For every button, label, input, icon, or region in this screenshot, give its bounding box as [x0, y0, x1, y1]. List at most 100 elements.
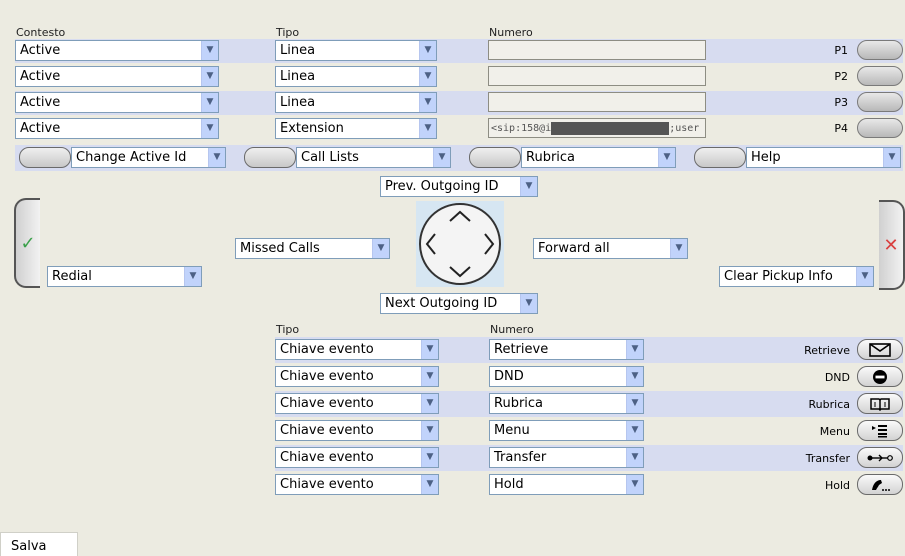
function-key-label: Transfer	[805, 452, 850, 465]
accept-select[interactable]: Redial ▼	[47, 266, 202, 287]
nav-right-select[interactable]: Forward all ▼	[533, 238, 688, 259]
envelope-icon	[869, 342, 891, 357]
tipo-select[interactable]: Chiave evento ▼	[275, 447, 439, 468]
numero-select[interactable]: Transfer ▼	[489, 447, 644, 468]
softkey-select[interactable]: Rubrica ▼	[521, 147, 676, 168]
numero-select[interactable]: Hold ▼	[489, 474, 644, 495]
function-key-button[interactable]	[857, 393, 903, 414]
redacted-block	[551, 121, 670, 135]
chevron-down-icon: ▼	[201, 41, 218, 60]
transfer-icon	[867, 454, 893, 461]
numero-select[interactable]: Rubrica ▼	[489, 393, 644, 414]
chevron-down-icon: ▼	[421, 394, 438, 413]
line-key-button[interactable]	[857, 40, 903, 60]
tipo-select[interactable]: Linea ▼	[275, 66, 437, 87]
chevron-down-icon: ▼	[433, 148, 450, 167]
tipo-select[interactable]: Chiave evento ▼	[275, 393, 439, 414]
x-icon: ✕	[883, 234, 899, 256]
chevron-down-icon: ▼	[184, 267, 201, 286]
tipo-select[interactable]: Chiave evento ▼	[275, 339, 439, 360]
function-key-button[interactable]	[857, 366, 903, 387]
navigation-pad-icon[interactable]	[416, 201, 504, 287]
contesto-select[interactable]: Active ▼	[15, 118, 219, 139]
chevron-down-icon: ▼	[856, 267, 873, 286]
softkey-button[interactable]	[244, 147, 296, 168]
line-key-button[interactable]	[857, 118, 903, 138]
line-key-label: P2	[834, 70, 848, 83]
function-key-button[interactable]	[857, 474, 903, 495]
tipo-select[interactable]: Chiave evento ▼	[275, 474, 439, 495]
chevron-down-icon: ▼	[208, 148, 225, 167]
cancel-key[interactable]: ✕	[879, 200, 905, 290]
numero-select[interactable]: Menu ▼	[489, 420, 644, 441]
softkey-select[interactable]: Call Lists ▼	[296, 147, 451, 168]
nav-left-select[interactable]: Missed Calls ▼	[235, 238, 390, 259]
chevron-down-icon: ▼	[626, 421, 643, 440]
numero-field[interactable]: <sip:158@i ;user	[488, 118, 706, 138]
chevron-down-icon: ▼	[421, 475, 438, 494]
function-key-button[interactable]	[857, 339, 903, 360]
chevron-down-icon: ▼	[626, 394, 643, 413]
softkey-button[interactable]	[469, 147, 521, 168]
contesto-select[interactable]: Active ▼	[15, 66, 219, 87]
save-button[interactable]: Salva	[0, 532, 78, 556]
nav-down-select[interactable]: Next Outgoing ID ▼	[380, 293, 538, 314]
tipo-select[interactable]: Extension ▼	[275, 118, 437, 139]
header-tipo: Tipo	[276, 26, 300, 39]
chevron-down-icon: ▼	[626, 448, 643, 467]
tipo-select[interactable]: Chiave evento ▼	[275, 420, 439, 441]
header-tipo: Tipo	[276, 323, 300, 336]
softkey-button[interactable]	[19, 147, 71, 168]
no-entry-icon	[873, 369, 887, 384]
chevron-down-icon: ▼	[626, 340, 643, 359]
accept-key[interactable]: ✓	[14, 198, 40, 288]
contesto-select[interactable]: Active ▼	[15, 92, 219, 113]
softkey-button[interactable]	[694, 147, 746, 168]
line-key-button[interactable]	[857, 66, 903, 86]
line-key-label: P3	[834, 96, 848, 109]
tipo-select[interactable]: Linea ▼	[275, 40, 437, 61]
function-key-label: Retrieve	[804, 344, 850, 357]
numero-field[interactable]	[488, 92, 706, 112]
function-key-label: Menu	[819, 425, 850, 438]
chevron-down-icon: ▼	[421, 448, 438, 467]
numero-field[interactable]	[488, 66, 706, 86]
cancel-select[interactable]: Clear Pickup Info ▼	[719, 266, 874, 287]
chevron-down-icon: ▼	[421, 421, 438, 440]
function-key-label: DND	[824, 371, 850, 384]
menu-icon	[872, 424, 887, 437]
softkey-select[interactable]: Help ▼	[746, 147, 901, 168]
numero-select[interactable]: DND ▼	[489, 366, 644, 387]
chevron-down-icon: ▼	[419, 119, 436, 138]
header-numero: Numero	[489, 26, 533, 39]
softkey-select[interactable]: Change Active Id ▼	[71, 147, 226, 168]
chevron-down-icon: ▼	[419, 67, 436, 86]
contesto-select[interactable]: Active ▼	[15, 40, 219, 61]
line-key-label: P4	[834, 122, 848, 135]
numero-select[interactable]: Retrieve ▼	[489, 339, 644, 360]
chevron-down-icon: ▼	[520, 294, 537, 313]
tipo-select[interactable]: Chiave evento ▼	[275, 366, 439, 387]
chevron-down-icon: ▼	[658, 148, 675, 167]
header-numero: Numero	[490, 323, 534, 336]
chevron-down-icon: ▼	[372, 239, 389, 258]
chevron-down-icon: ▼	[201, 93, 218, 112]
line-key-label: P1	[834, 44, 848, 57]
book-icon	[870, 397, 890, 411]
hold-handset-icon	[872, 479, 890, 491]
chevron-down-icon: ▼	[419, 41, 436, 60]
chevron-down-icon: ▼	[421, 340, 438, 359]
function-key-label: Rubrica	[808, 398, 850, 411]
numero-field[interactable]	[488, 40, 706, 60]
function-key-button[interactable]	[857, 420, 903, 441]
nav-up-select[interactable]: Prev. Outgoing ID ▼	[380, 176, 538, 197]
function-key-button[interactable]	[857, 447, 903, 468]
check-icon: ✓	[20, 232, 36, 254]
chevron-down-icon: ▼	[421, 367, 438, 386]
tipo-select[interactable]: Linea ▼	[275, 92, 437, 113]
line-key-button[interactable]	[857, 92, 903, 112]
chevron-down-icon: ▼	[520, 177, 537, 196]
function-key-label: Hold	[824, 479, 850, 492]
chevron-down-icon: ▼	[626, 475, 643, 494]
chevron-down-icon: ▼	[670, 239, 687, 258]
